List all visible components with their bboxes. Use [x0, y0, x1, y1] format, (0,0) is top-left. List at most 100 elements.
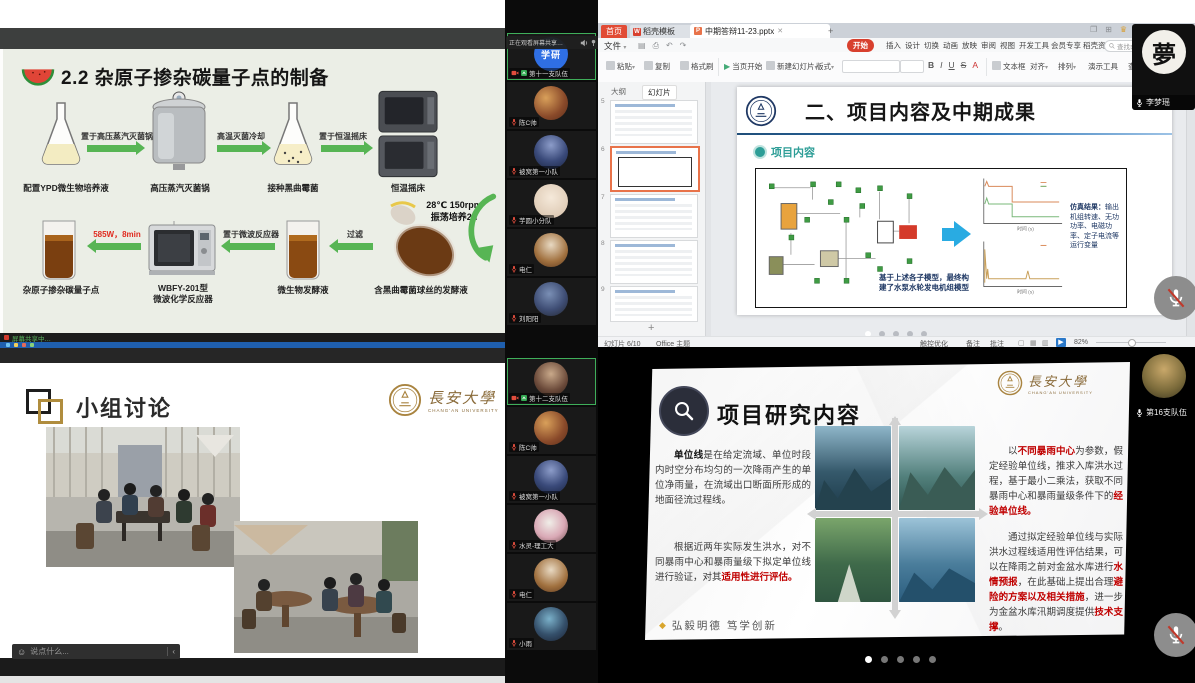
strike-button[interactable]: S [961, 60, 967, 70]
format-painter-button[interactable]: 格式刷 [680, 61, 714, 72]
wps-document-tab[interactable]: P 中期答辩11-23.pptx ✕ [690, 24, 830, 38]
ribbon-tab-slideshow[interactable]: 放映 [962, 40, 977, 51]
record-dot-icon [4, 335, 9, 340]
view-normal-icon[interactable]: ▢ [1018, 339, 1025, 347]
participant-tile[interactable]: 芋圆小分队 [507, 180, 596, 227]
redo-icon[interactable]: ↷ [680, 41, 687, 51]
layout-icon[interactable]: ❐ [1090, 25, 1097, 34]
arrange-button[interactable]: 排列▾ [1058, 61, 1076, 72]
speaker-icon[interactable] [580, 39, 588, 47]
play-from-page-button[interactable]: ▶ 当页开始 [724, 61, 762, 72]
ribbon-tab-review[interactable]: 审阅 [981, 40, 996, 51]
ribbon-tab-start[interactable]: 开始 [847, 39, 874, 52]
slide-thumbnail[interactable] [610, 286, 698, 322]
autoclave-illustration [149, 89, 209, 175]
participant-tile[interactable]: 水灵-理工大 [507, 505, 596, 552]
bold-button[interactable]: B [928, 60, 934, 70]
step6-label-line1: WBFY-201型 [145, 283, 221, 293]
save-icon[interactable]: ▤ [638, 41, 646, 51]
slide-thumbnail[interactable] [610, 240, 698, 284]
step5-label: 杂原子掺杂碳量子点 [11, 285, 111, 295]
zoom-slider-handle[interactable] [1128, 339, 1136, 347]
overlay-video-tile[interactable]: 第16支队伍 [1132, 352, 1195, 420]
mic-muted-icon [511, 118, 517, 126]
step1-label: 配置YPD微生物培养液 [11, 183, 121, 193]
font-size-select[interactable] [900, 60, 924, 73]
participant-tile[interactable]: 电仁 [507, 554, 596, 601]
participant-label: 被窝第一小队 [509, 491, 560, 501]
slides-tab[interactable]: 幻灯片 [642, 85, 677, 100]
participant-tile[interactable]: 第十二支队伍 [507, 358, 596, 405]
taskbar-app-icon[interactable] [30, 343, 34, 347]
step3-label: 接种黑曲霉菌 [261, 183, 325, 193]
wps-home-tab[interactable]: 首页 [601, 25, 627, 38]
new-tab-button[interactable]: + [828, 26, 833, 36]
layout-button[interactable]: 版式▾ [816, 61, 834, 72]
present-tools-button[interactable]: 演示工具 [1088, 61, 1118, 72]
copy-button[interactable]: 复制 [644, 61, 670, 72]
underline-button[interactable]: U [949, 60, 955, 70]
participant-tile[interactable]: 电仁 [507, 229, 596, 276]
participant-tile[interactable]: 被窝第一小队 [507, 456, 596, 503]
align-button[interactable]: 对齐▾ [1030, 61, 1048, 72]
university-seal-icon [997, 370, 1023, 396]
font-family-select[interactable] [842, 60, 900, 73]
slide-thumbnail[interactable] [610, 100, 698, 144]
window-c-top-bar [0, 348, 505, 363]
view-sorter-icon[interactable]: ▦ [1030, 339, 1037, 347]
textbox-button[interactable]: 文本框 [992, 61, 1026, 72]
shaker-incubator-illustration [377, 89, 439, 179]
ribbon-tab-animation[interactable]: 动画 [943, 40, 958, 51]
pin-icon[interactable] [590, 39, 597, 46]
slide-title: 小组讨论 [76, 391, 172, 423]
slide-thumbnail[interactable] [610, 194, 698, 238]
close-tab-icon[interactable]: ✕ [777, 27, 783, 35]
wps-template-tab[interactable]: W 稻壳模板 [630, 25, 692, 38]
wps-template-tab-label: 稻壳模板 [643, 26, 675, 37]
flow-arrow-4 [95, 243, 141, 250]
undo-icon[interactable]: ↶ [666, 41, 673, 51]
add-slide-button[interactable]: + [648, 322, 654, 334]
slide-thumbnail-selected[interactable] [610, 146, 700, 192]
apps-icon[interactable]: ⊞ [1105, 25, 1112, 34]
collapse-chat-icon[interactable]: ‹ [172, 647, 175, 656]
file-menu[interactable]: 文件 ▾ [604, 40, 626, 52]
ribbon-tab-devtools[interactable]: 开发工具 [1019, 40, 1049, 51]
outline-tab[interactable]: 大纲 [606, 85, 631, 98]
emoji-icon[interactable]: ☺ [17, 647, 26, 657]
taskbar-app-icon[interactable] [6, 343, 10, 347]
participant-label: 陈C帅 [509, 442, 539, 452]
mute-button[interactable] [1154, 613, 1195, 657]
new-slide-button[interactable]: 新建幻灯片▾ [766, 61, 818, 72]
paste-button[interactable]: 粘贴▾ [606, 61, 635, 72]
chat-placeholder[interactable]: 说点什么... [30, 646, 163, 657]
ribbon-tab-design[interactable]: 设计 [905, 40, 920, 51]
participant-tile[interactable]: 被窝第一小队 [507, 131, 596, 178]
changan-university-logo: 長安大學 CHANG'AN UNIVERSITY [997, 370, 1093, 396]
thumb-number: 5 [601, 98, 605, 105]
participant-tile[interactable]: 陈C帅 [507, 407, 596, 454]
overlay-video-tile[interactable]: 夢 李梦瑶 [1132, 24, 1195, 110]
ribbon-tab-view[interactable]: 视图 [1000, 40, 1015, 51]
share-tooltip[interactable]: 正在观看屏幕共享… [506, 36, 598, 49]
participant-tile[interactable]: 刘阳阳 [507, 278, 596, 325]
taskbar-app-icon[interactable] [14, 343, 18, 347]
window-a-title-bar [0, 28, 505, 49]
italic-button[interactable]: I [940, 60, 942, 70]
participant-name: 小雨 [519, 638, 532, 648]
play-button[interactable]: ▶ [1056, 338, 1066, 347]
chat-input-bar[interactable]: ☺ 说点什么... ‹ [12, 644, 180, 659]
print-icon[interactable]: ⎙ [653, 41, 659, 51]
mute-button[interactable] [1154, 276, 1195, 320]
ribbon-tab-transition[interactable]: 切换 [924, 40, 939, 51]
ribbon-tab-insert[interactable]: 插入 [886, 40, 901, 51]
ribbon-tab-member[interactable]: 会员专享 [1051, 40, 1081, 51]
taskbar-app-icon[interactable] [22, 343, 26, 347]
participant-tile[interactable]: 小雨 [507, 603, 596, 650]
font-color-button[interactable]: A [972, 60, 978, 70]
thumb-number: 7 [601, 194, 605, 201]
overlay-label: 李梦瑶 [1132, 95, 1195, 110]
view-read-icon[interactable]: ▥ [1042, 339, 1049, 347]
participant-tile[interactable]: 陈C帅 [507, 82, 596, 129]
vip-icon[interactable]: ♛ [1120, 25, 1127, 34]
